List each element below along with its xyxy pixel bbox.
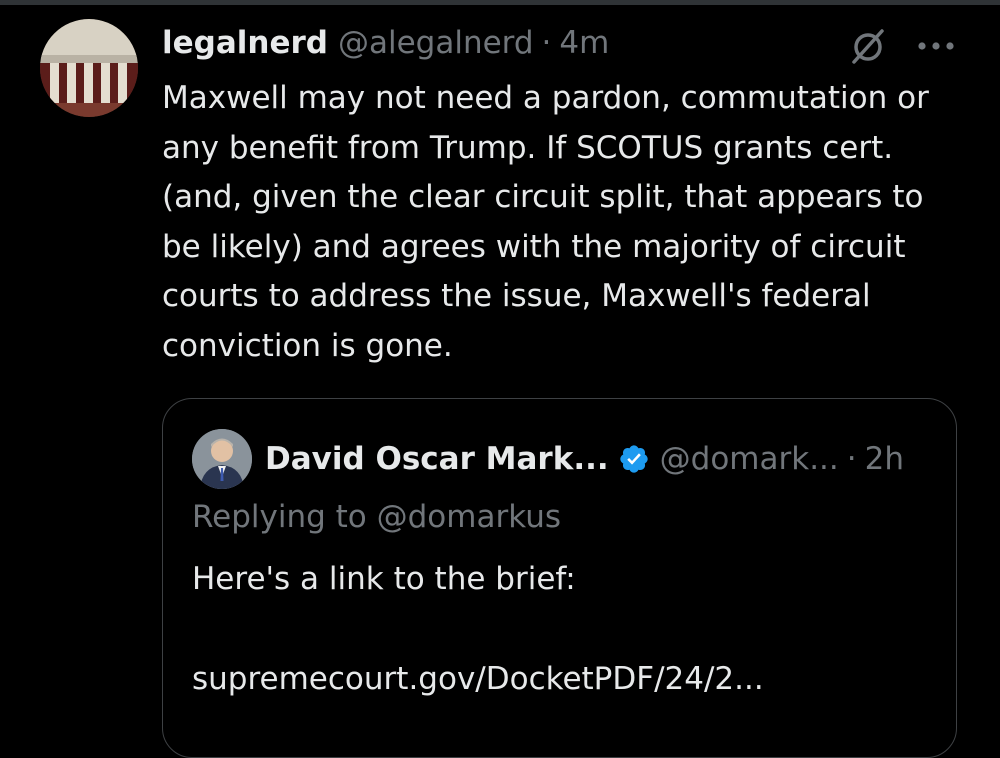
courthouse-avatar-icon: [40, 19, 138, 117]
more-options-button[interactable]: [912, 26, 960, 66]
quoted-author-avatar[interactable]: [192, 429, 252, 489]
replying-to-label[interactable]: Replying to @domarkus: [192, 499, 561, 535]
verified-badge-icon: [619, 445, 648, 473]
tweet-text: Maxwell may not need a pardon, commutati…: [162, 80, 929, 364]
quoted-author-handle[interactable]: @domark...: [660, 441, 839, 477]
author-avatar[interactable]: [40, 19, 138, 117]
separator-dot: ·: [541, 25, 552, 61]
quoted-tweet-text: Here's a link to the brief:: [192, 561, 576, 597]
grok-button[interactable]: [846, 26, 890, 66]
quoted-author-name[interactable]: David Oscar Mark...: [265, 441, 609, 477]
author-handle[interactable]: @alegalnerd: [338, 25, 534, 61]
timestamp[interactable]: 4m: [559, 25, 609, 61]
tweet-header: legalnerd @alegalnerd · 4m: [162, 22, 609, 64]
quoted-tweet-link[interactable]: supremecourt.gov/DocketPDF/24/2...: [192, 661, 764, 697]
person-avatar-icon: [192, 429, 252, 489]
quoted-tweet-card[interactable]: David Oscar Mark... @domark... · 2h Repl…: [162, 398, 957, 758]
more-options-icon: [918, 42, 954, 50]
quoted-timestamp[interactable]: 2h: [865, 441, 904, 477]
quoted-tweet-header: David Oscar Mark... @domark... · 2h: [265, 437, 904, 481]
grok-icon: [852, 29, 884, 64]
tweet[interactable]: legalnerd @alegalnerd · 4m Maxwell may n…: [0, 0, 1000, 758]
author-name[interactable]: legalnerd: [162, 25, 328, 61]
quoted-separator-dot: ·: [846, 441, 857, 477]
